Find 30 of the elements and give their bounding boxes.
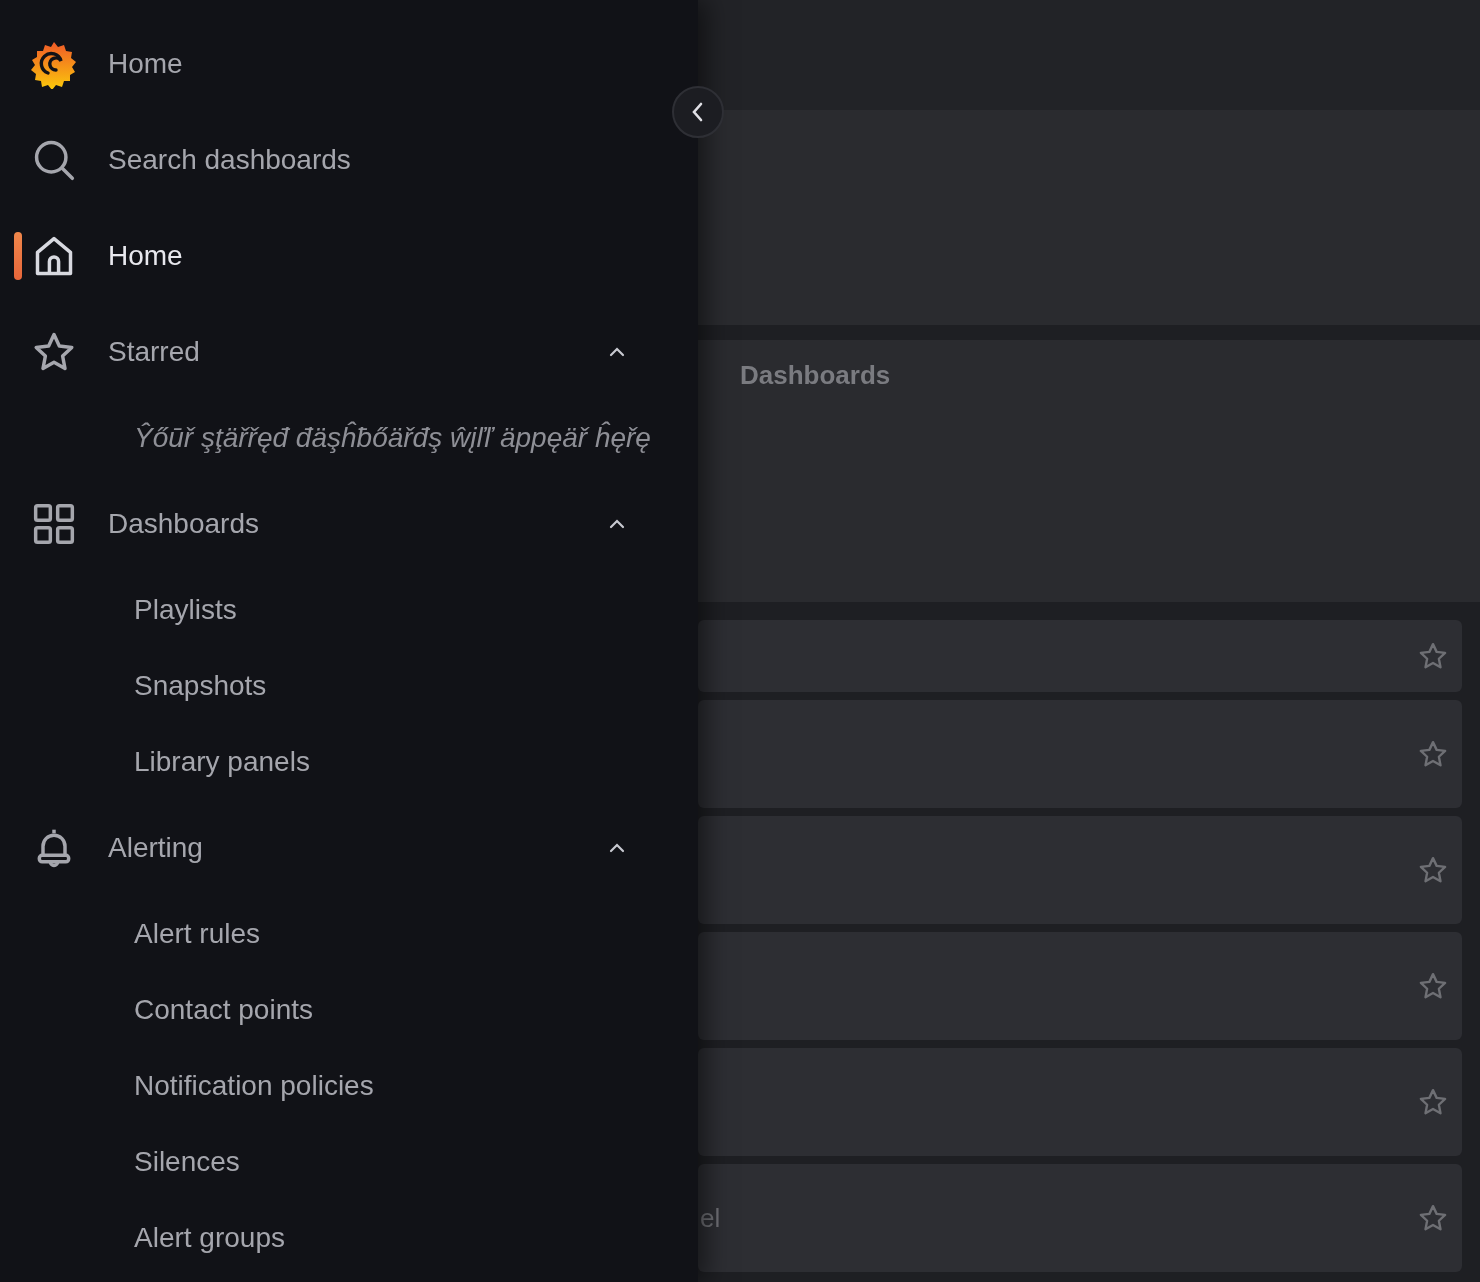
star-icon[interactable] xyxy=(1418,739,1448,769)
star-icon[interactable] xyxy=(1418,855,1448,885)
section-title: Dashboards xyxy=(740,360,891,390)
chevron-up-icon[interactable] xyxy=(608,346,626,358)
home-link[interactable]: Home xyxy=(0,16,698,112)
chevron-up-icon[interactable] xyxy=(608,518,626,530)
nav-subitem[interactable]: Library panels xyxy=(0,724,698,800)
active-indicator xyxy=(14,232,22,280)
nav-item[interactable]: Search dashboards xyxy=(0,112,698,208)
search-icon xyxy=(32,138,76,182)
nav-item[interactable]: Starred xyxy=(0,304,698,400)
star-icon[interactable] xyxy=(1418,1087,1448,1117)
chevron-left-icon xyxy=(691,101,705,123)
nav-subitem[interactable]: Silences xyxy=(0,1124,698,1200)
nav-item[interactable]: Dashboards xyxy=(0,476,698,572)
star-icon[interactable] xyxy=(1418,641,1448,671)
chevron-up-icon[interactable] xyxy=(608,842,626,854)
star-icon[interactable] xyxy=(1418,1203,1448,1233)
nav-subitem[interactable]: Notification policies xyxy=(0,1048,698,1124)
empty-message: Ŷőūř şţäřřęđ đäşĥƀőäřđş ŵįľľ äppęäř ĥęřę xyxy=(133,420,652,455)
nav-subitem[interactable]: Snapshots xyxy=(0,648,698,724)
nav-subitem[interactable]: Alert rules xyxy=(0,896,698,972)
nav-subitem[interactable]: Alert groups xyxy=(0,1200,698,1276)
nav-subitem[interactable]: Contact points xyxy=(0,972,698,1048)
nav-subitem[interactable]: Playlists xyxy=(0,572,698,648)
grid-icon xyxy=(32,502,76,546)
star-icon[interactable] xyxy=(1418,971,1448,1001)
row-title: el xyxy=(700,1202,722,1234)
nav-item[interactable]: Home xyxy=(0,208,698,304)
nav-item[interactable]: Alerting xyxy=(0,800,698,896)
